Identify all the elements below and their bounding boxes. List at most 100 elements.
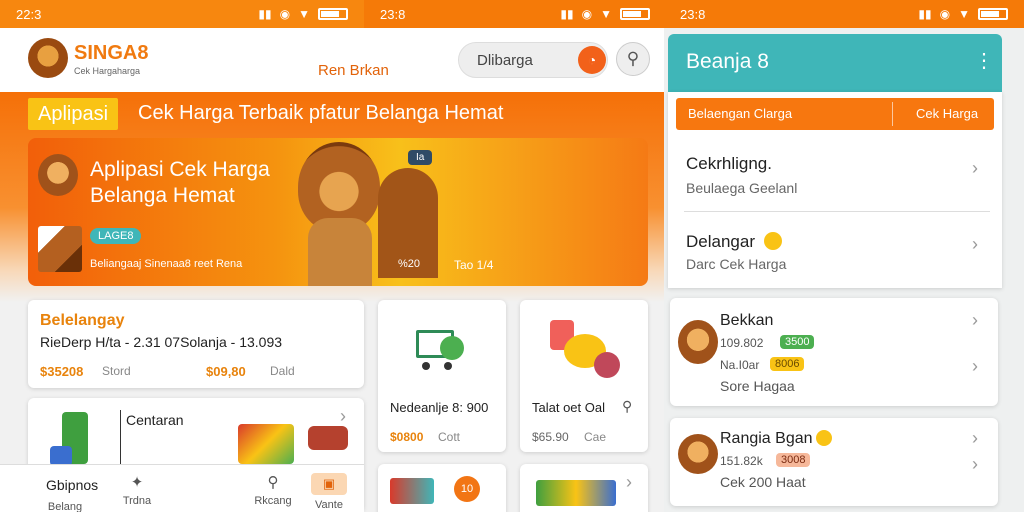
hero-chip: LAGE8 (90, 228, 142, 244)
deal-title: Rangia Bgan (720, 430, 813, 447)
user-icon: ▣ (311, 473, 347, 495)
hero-tag-right: Tao 1/4 (454, 258, 494, 272)
nav-item-trdna[interactable]: ✦ Trdna (112, 473, 162, 509)
nav-label: Rkcang (254, 495, 292, 507)
app-header: SINGA8 Cek Hargaharga Ren Brkan Dlibarga… (0, 28, 664, 92)
list-item-subtitle: Beulaega Geelanl (686, 180, 798, 196)
chevron-right-icon[interactable]: › (626, 472, 632, 493)
deal-card[interactable]: Rangia Bgan 151.82k 3008 Cek 200 Haat › … (670, 418, 998, 506)
lion-avatar-icon (38, 154, 78, 196)
nav-label: Belang (47, 501, 83, 512)
tab-cek-harga[interactable]: Cek Harga (916, 106, 978, 121)
chevron-right-icon[interactable]: › (972, 356, 978, 377)
product-note: Cae (584, 430, 607, 444)
brand-name: SINGA8 (74, 42, 149, 64)
chevron-right-icon[interactable]: › (972, 234, 978, 255)
nav-item-vante[interactable]: ▣ Vante (304, 473, 354, 512)
cart-icon (412, 324, 468, 370)
product-image (550, 320, 620, 380)
deal-chip-2: 8006 (770, 357, 805, 371)
deal-chip-1: 3500 (780, 335, 815, 349)
chevron-right-icon[interactable]: › (340, 406, 346, 427)
chevron-right-icon[interactable]: › (972, 454, 978, 475)
price-2: $09,80 (206, 364, 246, 379)
more-menu-icon[interactable]: ⋮ (974, 48, 994, 73)
note-2: Dald (270, 364, 295, 378)
product-price: $0800 (390, 430, 424, 444)
list-item[interactable]: Cekrhligng. Beulaega Geelanl › (684, 148, 990, 212)
list-item-title: Cekrhligng. (686, 154, 772, 173)
product-price: $65.90 (532, 430, 569, 444)
deal-card[interactable]: Bekkan 109.802 3500 Na.I0ar 8006 Sore Ha… (670, 298, 998, 406)
deal-line-1: 109.802 (720, 336, 764, 350)
tab-divider (892, 102, 893, 126)
product-title: Nedeanlje 8: 900 (390, 400, 489, 415)
product-card-peek[interactable]: › (520, 464, 648, 512)
list-item-subtitle: Darc Cek Harga (686, 256, 787, 272)
brand-tagline: Cek Hargaharga (74, 66, 141, 76)
bottom-nav: Gbipnos Belang ✦ Trdna ⚲ Rkcang ▣ Vante (0, 464, 364, 512)
status-bar-left: 22:3 ▮▮ ◉ ▼ (0, 0, 364, 28)
nav-item-rkcang[interactable]: ⚲ Rkcang (248, 473, 298, 509)
search-icon[interactable]: ⚲ (622, 398, 632, 415)
product-card-peek[interactable]: 10 (378, 464, 506, 512)
hero-caption: Beliangaaj Sinenaa8 reet Rena (90, 258, 243, 270)
header-center-link[interactable]: Ren Brkan (318, 62, 389, 79)
tab-belaengan[interactable]: Belaengan Clarga (688, 106, 792, 121)
emoji-icon (764, 232, 782, 250)
chevron-right-icon[interactable]: › (972, 310, 978, 331)
panel-appbar: Beanja 8 ⋮ (668, 34, 1002, 92)
product-card[interactable]: Nedeanlje 8: 900 $0800 Cott (378, 300, 506, 452)
deal-footer: Cek 200 Haat (720, 474, 806, 490)
deal-line-2: Na.I0ar (720, 358, 760, 372)
hero-tag-mid: %20 (398, 258, 421, 270)
status-bar-right: 23:8 ▮▮ ◉ ▼ (664, 0, 1024, 28)
tab-bar: Belaengan Clarga Cek Harga (676, 98, 994, 130)
lion-avatar-icon (678, 434, 718, 474)
divider (120, 410, 121, 470)
status-time: 23:8 (680, 6, 706, 22)
status-icons: ▮▮ ◉ ▼ (258, 7, 348, 21)
pin-icon: ✦ (130, 474, 144, 491)
chevron-right-icon[interactable]: › (972, 158, 978, 179)
banner-headline: Cek Harga Terbaik pfatur Belanga Hemat (138, 102, 504, 124)
notification-icon[interactable]: ◔ (578, 46, 606, 74)
deal-title: Bekkan (720, 312, 774, 329)
product-title: Centaran (126, 412, 184, 428)
hero-title-1: Aplipasi Cek Harga (90, 158, 270, 181)
nav-label: Trdna (122, 495, 152, 507)
product-image (50, 412, 110, 472)
product-card[interactable]: Talat oet Oal ⚲ $65.90 Cae (520, 300, 648, 452)
hero-tag-top: Ia (408, 150, 433, 165)
status-icons: ▮▮ ◉ ▼ (560, 7, 650, 21)
list-item[interactable]: Delangar Darc Cek Harga › (684, 226, 990, 282)
status-time: 23:8 (380, 6, 406, 22)
chevron-right-icon[interactable]: › (972, 428, 978, 449)
product-line: RieDerp H/ta - 2.31 07Solanja - 13.093 (40, 334, 283, 350)
product-image (536, 480, 616, 506)
panel-title: Beanja 8 (686, 50, 769, 73)
lion-logo-icon[interactable] (28, 38, 68, 78)
emoji-icon (816, 430, 832, 446)
profile-icon[interactable]: ⚲ (616, 42, 650, 76)
product-note: Cott (438, 430, 461, 444)
price-1: $35208 (40, 364, 84, 379)
nav-label: Vante (315, 499, 343, 511)
nav-title: Gbipnos (46, 477, 99, 493)
status-bar-mid: 23:8 ▮▮ ◉ ▼ (364, 0, 666, 28)
product-card[interactable]: Belelangay RieDerp H/ta - 2.31 07Solanja… (28, 300, 364, 388)
nav-item-belang[interactable]: Belang (40, 497, 90, 512)
lion-avatar-icon (678, 320, 718, 364)
search-input[interactable]: Dlibarga (477, 52, 533, 69)
hero-title-2: Belanga Hemat (90, 184, 235, 207)
thumbnail-image (38, 226, 82, 272)
list-item-title: Delangar (686, 232, 755, 251)
hero-card[interactable]: Aplipasi Cek Harga Belanga Hemat LAGE8 B… (28, 138, 648, 286)
grocery-image (238, 416, 348, 466)
search-icon: ⚲ (267, 474, 279, 491)
deal-footer: Sore Hagaa (720, 378, 795, 394)
product-image (390, 478, 434, 504)
badge-icon: 10 (454, 476, 480, 502)
status-icons: ▮▮ ◉ ▼ (918, 7, 1008, 21)
deal-chip-1: 3008 (776, 453, 811, 467)
